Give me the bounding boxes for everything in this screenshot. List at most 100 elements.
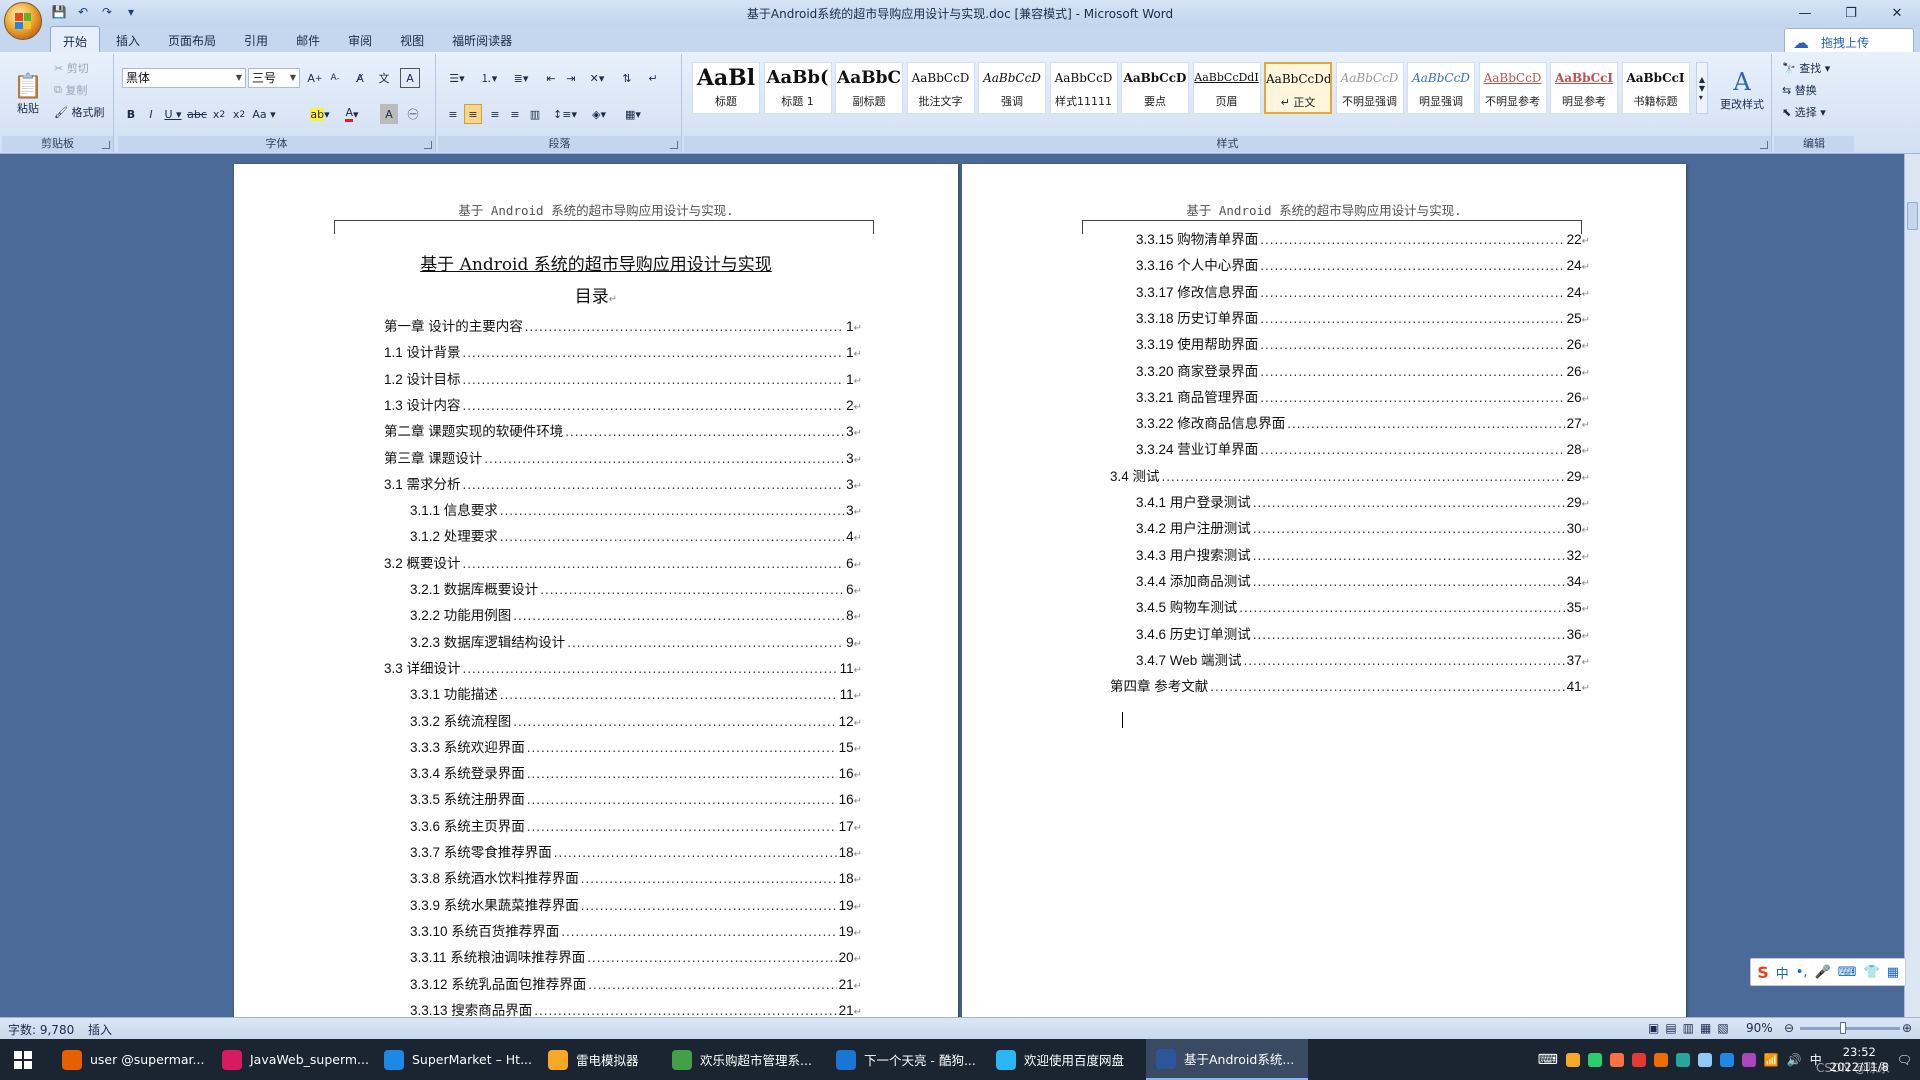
toc-entry[interactable]: 3.2.2 功能用例图 8↵ [410, 603, 862, 629]
taskbar-item[interactable]: JavaWeb_superm... [212, 1039, 372, 1080]
cut-button[interactable]: ✂ 剪切 [54, 58, 89, 78]
style-item[interactable]: AaBb(标题 1 [763, 62, 832, 114]
toc-entry[interactable]: 3.3.6 系统主页界面 17↵ [410, 814, 862, 840]
change-styles-button[interactable]: A 更改样式 [1714, 60, 1770, 120]
volume-icon[interactable]: 🔊 [1787, 1053, 1802, 1067]
align-left-icon[interactable]: ≡ [444, 104, 462, 124]
toc-entry[interactable]: 3.4.7 Web 端测试 37↵ [1136, 648, 1590, 674]
paste-button[interactable]: 📋 粘贴 [8, 58, 48, 130]
toc-entry[interactable]: 3.3.21 商品管理界面 26↵ [1136, 385, 1590, 411]
subscript-icon[interactable]: x2 [210, 104, 228, 124]
taskbar-item[interactable]: SuperMarket – Ht... [374, 1039, 536, 1080]
font-size-combo[interactable]: 三号 ▼ [248, 68, 300, 88]
select-button[interactable]: ⬉ 选择 ▾ [1782, 102, 1826, 122]
toc-entry[interactable]: 3.4.3 用户搜索测试 32↵ [1136, 543, 1590, 569]
view-buttons[interactable]: ▣▤▥▦▧ [1648, 1021, 1735, 1035]
office-button[interactable] [4, 2, 42, 40]
wechat-icon[interactable] [1587, 1052, 1602, 1067]
toc-entry[interactable]: 3.3.19 使用帮助界面 26↵ [1136, 332, 1590, 358]
highlight-icon[interactable]: ab ▾ [308, 104, 332, 124]
toc-entry[interactable]: 3.4 测试 29↵ [1110, 464, 1590, 490]
style-item[interactable]: AaBbCcD 要点 [1121, 62, 1189, 114]
toc-entry[interactable]: 3.3.2 系统流程图 12↵ [410, 709, 862, 735]
minimize-button[interactable]: — [1782, 0, 1828, 26]
taskbar-item[interactable]: user @supermar... [52, 1039, 210, 1080]
tray-app-icon[interactable] [1675, 1052, 1690, 1067]
toc-entry[interactable]: 3.3.22 修改商品信息界面 27↵ [1136, 411, 1590, 437]
sort-icon[interactable]: ⇅ [618, 68, 636, 88]
toc-entry[interactable]: 第三章 课题设计 3↵ [384, 446, 862, 472]
toc-entry[interactable]: 3.3 详细设计 11↵ [384, 656, 862, 682]
taskbar-item[interactable]: 欢乐购超市管理系... [662, 1039, 824, 1080]
shrink-font-icon[interactable]: A- [326, 68, 344, 88]
toc-entry[interactable]: 3.3.11 系统粮油调味推荐界面 20↵ [410, 945, 862, 971]
toc-entry[interactable]: 3.3.1 功能描述 11↵ [410, 682, 862, 708]
phonetic-guide-icon[interactable]: 文 [374, 68, 394, 88]
clipboard-launcher[interactable] [102, 141, 110, 149]
toc-entry[interactable]: 1.1 设计背景 1↵ [384, 340, 862, 366]
tray-app-icon[interactable] [1653, 1052, 1668, 1067]
bullets-icon[interactable]: ☰▾ [444, 68, 470, 88]
numbering-icon[interactable]: ⒈▾ [476, 68, 502, 88]
toc-entry[interactable]: 3.3.10 系统百货推荐界面 19↵ [410, 919, 862, 945]
page-1[interactable]: 基于 Android 系统的超市导购应用设计与实现. 基于 Android 系统… [234, 164, 958, 1017]
underline-icon[interactable]: U ▾ [162, 104, 184, 124]
toc-entry[interactable]: 3.2.1 数据库概要设计 6↵ [410, 577, 862, 603]
format-painter-button[interactable]: 🖌 格式刷 [54, 102, 104, 122]
asian-layout-icon[interactable]: ✕▾ [584, 68, 610, 88]
copy-button[interactable]: ⧉ 复制 [54, 80, 87, 100]
line-spacing-icon[interactable]: ↕≡▾ [552, 104, 578, 124]
toc-entry[interactable]: 3.1.1 信息要求 3↵ [410, 498, 862, 524]
scroll-thumb[interactable] [1907, 202, 1918, 230]
italic-icon[interactable]: I [142, 104, 160, 124]
document-area[interactable]: 基于 Android 系统的超市导购应用设计与实现. 基于 Android 系统… [0, 154, 1904, 1017]
tray-app-icon[interactable] [1565, 1052, 1580, 1067]
bold-icon[interactable]: B [122, 104, 140, 124]
ribbon-tab[interactable]: 开始 [50, 26, 101, 52]
strikethrough-icon[interactable]: abc [187, 104, 207, 124]
ribbon-tab[interactable]: 邮件 [284, 26, 332, 52]
style-item[interactable]: AaBbC 副标题 [835, 62, 903, 114]
insert-mode[interactable]: 插入 [88, 1021, 112, 1038]
toc-entry[interactable]: 3.3.4 系统登录界面 16↵ [410, 761, 862, 787]
ribbon-tab[interactable]: 页面布局 [156, 26, 228, 52]
toc-entry[interactable]: 3.1 需求分析 3↵ [384, 472, 862, 498]
toc-entry[interactable]: 1.2 设计目标 1↵ [384, 367, 862, 393]
multilevel-list-icon[interactable]: ≣▾ [508, 68, 534, 88]
tray-app-icon[interactable] [1719, 1052, 1734, 1067]
toc-entry[interactable]: 3.3.9 系统水果蔬菜推荐界面 19↵ [410, 893, 862, 919]
align-right-icon[interactable]: ≡ [486, 104, 504, 124]
toc-entry[interactable]: 3.3.8 系统酒水饮料推荐界面 18↵ [410, 866, 862, 892]
taskbar-item[interactable]: 雷电模拟器 [538, 1039, 660, 1080]
word-count[interactable]: 字数: 9,780 [8, 1021, 74, 1038]
toc-entry[interactable]: 第二章 课题实现的软硬件环境 3↵ [384, 419, 862, 445]
notification-icon[interactable]: 🗨 [1897, 1053, 1912, 1067]
toc-entry[interactable]: 3.4.1 用户登录测试 29↵ [1136, 490, 1590, 516]
ribbon-tab[interactable]: 视图 [388, 26, 436, 52]
close-button[interactable]: ✕ [1874, 0, 1920, 26]
taskbar-item[interactable]: 基于Android系统... [1146, 1039, 1308, 1080]
toc-entry[interactable]: 3.2.3 数据库逻辑结构设计 9↵ [410, 630, 862, 656]
style-item[interactable]: AaBbCcD 明显强调 [1407, 62, 1475, 114]
grow-font-icon[interactable]: A + [306, 68, 324, 88]
maximize-button[interactable]: ❐ [1828, 0, 1874, 26]
toc-entry[interactable]: 3.3.13 搜索商品界面 21↵ [410, 998, 862, 1017]
replace-button[interactable]: ⇆ 替换 [1782, 80, 1817, 100]
show-marks-icon[interactable]: ↵ [644, 68, 662, 88]
tray-app-icon[interactable] [1631, 1052, 1646, 1067]
font-launcher[interactable] [424, 141, 432, 149]
justify-icon[interactable]: ≡ [506, 104, 524, 124]
style-item[interactable]: AaBbCcI 明显参考 [1550, 62, 1618, 114]
toc-entry[interactable]: 1.3 设计内容 2↵ [384, 393, 862, 419]
gallery-scroll[interactable]: ▲ ▼ ▾ [1696, 62, 1708, 114]
borders-icon[interactable]: ▦▾ [620, 104, 646, 124]
wifi-icon[interactable]: 📶 [1764, 1053, 1779, 1067]
distributed-icon[interactable]: ▥ [526, 104, 544, 124]
toc-entry[interactable]: 3.3.12 系统乳品面包推荐界面 21↵ [410, 972, 862, 998]
toc-entry[interactable]: 第四章 参考文献 41↵ [1110, 674, 1590, 700]
toc-entry[interactable]: 3.3.20 商家登录界面 26↵ [1136, 359, 1590, 385]
zoom-in-icon[interactable]: ⊕ [1902, 1021, 1912, 1035]
toc-entry[interactable]: 3.3.15 购物清单界面 22↵ [1136, 227, 1590, 253]
toc-entry[interactable]: 3.3.7 系统零食推荐界面 18↵ [410, 840, 862, 866]
toc-entry[interactable]: 3.3.16 个人中心界面 24↵ [1136, 253, 1590, 279]
